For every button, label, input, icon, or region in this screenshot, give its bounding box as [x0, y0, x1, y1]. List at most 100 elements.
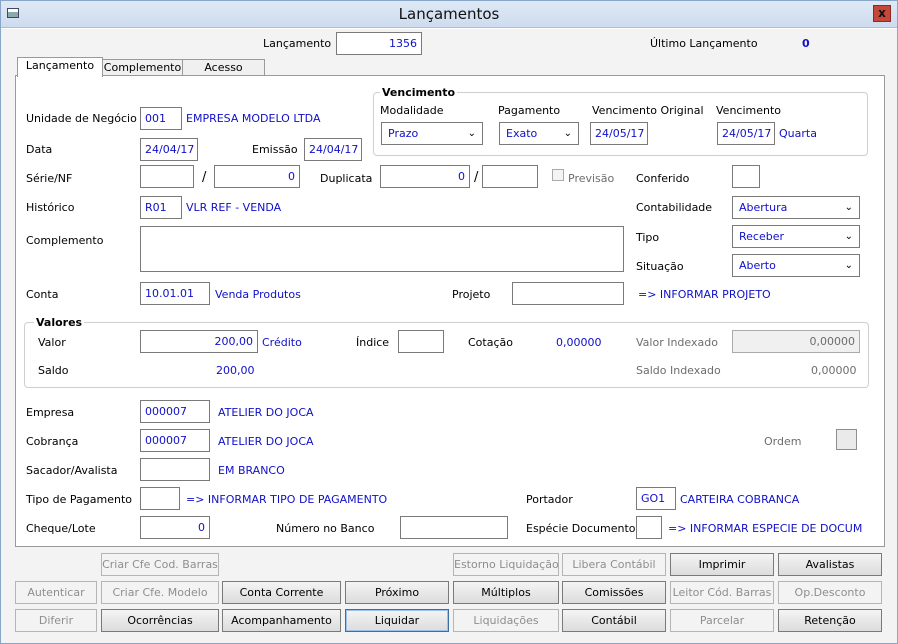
especie-documento-label: Espécie Documento	[526, 522, 636, 535]
cotacao-value: 0,00000	[556, 336, 602, 349]
ordem-field	[836, 429, 857, 450]
cobranca-name: ATELIER DO JOCA	[218, 435, 314, 448]
modalidade-value: Prazo	[388, 127, 419, 140]
projeto-hint: => INFORMAR PROJETO	[638, 288, 771, 301]
tipo-pagamento-label: Tipo de Pagamento	[26, 493, 132, 506]
valor-field[interactable]: 200,00	[140, 330, 258, 353]
vencimento-field[interactable]: 24/05/17	[717, 122, 775, 145]
situacao-label: Situação	[636, 260, 684, 273]
criar-cfe-modelo-button[interactable]: Criar Cfe. Modelo	[101, 581, 219, 604]
vencimento-weekday: Quarta	[779, 127, 817, 140]
estorno-liquidacao-button[interactable]: Estorno Liquidação	[453, 553, 559, 576]
indice-field[interactable]	[398, 330, 444, 353]
serie-field[interactable]	[140, 165, 194, 188]
modalidade-select[interactable]: Prazo ⌄	[381, 122, 483, 145]
indice-label: Índice	[356, 336, 390, 349]
chevron-down-icon: ⌄	[467, 128, 476, 139]
nf-number-field[interactable]: 0	[214, 165, 300, 188]
unidade-negocio-code-field[interactable]: 001	[140, 107, 182, 130]
tipo-pagamento-field[interactable]	[140, 487, 180, 510]
duplicata-label: Duplicata	[320, 172, 373, 185]
parcelar-button[interactable]: Parcelar	[670, 609, 774, 632]
conta-description: Venda Produtos	[215, 288, 301, 301]
ordem-label: Ordem	[764, 435, 802, 448]
sacador-avalista-label: Sacador/Avalista	[26, 464, 118, 477]
complemento-textarea[interactable]	[140, 226, 624, 272]
lancamento-number-field[interactable]: 1356	[336, 32, 422, 55]
tipo-pagamento-hint: => INFORMAR TIPO DE PAGAMENTO	[186, 493, 388, 506]
complemento-label: Complemento	[26, 234, 104, 247]
duplicata-extra-field[interactable]	[482, 165, 538, 188]
cheque-lote-field[interactable]: 0	[140, 516, 210, 539]
empresa-name: ATELIER DO JOCA	[218, 406, 314, 419]
title-bar: Lançamentos x	[1, 1, 897, 28]
conta-label: Conta	[26, 288, 59, 301]
cheque-lote-label: Cheque/Lote	[26, 522, 96, 535]
numero-banco-field[interactable]	[400, 516, 508, 539]
portador-code-field[interactable]: GO1	[636, 487, 676, 510]
leitor-cod-barras-button[interactable]: Leitor Cód. Barras	[670, 581, 774, 604]
pagamento-select[interactable]: Exato ⌄	[499, 122, 579, 145]
saldo-indexado-value: 0,00000	[811, 364, 857, 377]
avalistas-button[interactable]: Avalistas	[778, 553, 882, 576]
lancamentos-window: Lançamentos x Lançamento 1356 Último Lan…	[0, 0, 898, 644]
vencimento-original-field[interactable]: 24/05/17	[590, 122, 648, 145]
projeto-field[interactable]	[512, 282, 624, 305]
liquidar-button[interactable]: Liquidar	[345, 609, 449, 632]
vencimento-original-label: Vencimento Original	[592, 104, 704, 117]
especie-documento-hint: => INFORMAR ESPECIE DE DOCUM	[668, 522, 863, 535]
cobranca-code-field[interactable]: 000007	[140, 429, 210, 452]
autenticar-button[interactable]: Autenticar	[15, 581, 97, 604]
modalidade-label: Modalidade	[380, 104, 444, 117]
previsao-checkbox[interactable]	[552, 169, 564, 181]
contabilidade-select[interactable]: Abertura ⌄	[732, 196, 860, 219]
ocorrencias-button[interactable]: Ocorrências	[101, 609, 219, 632]
valor-tipo: Crédito	[262, 336, 302, 349]
libera-contabil-button[interactable]: Libera Contábil	[562, 553, 666, 576]
conferido-label: Conferido	[636, 172, 690, 185]
historico-code-field[interactable]: R01	[140, 196, 182, 219]
conta-corrente-button[interactable]: Conta Corrente	[222, 581, 341, 604]
contabilidade-label: Contabilidade	[636, 201, 713, 214]
conta-code-field[interactable]: 10.01.01	[140, 282, 210, 305]
especie-documento-field[interactable]	[636, 516, 662, 539]
chevron-down-icon: ⌄	[844, 202, 853, 213]
imprimir-button[interactable]: Imprimir	[670, 553, 774, 576]
close-icon[interactable]: x	[873, 5, 891, 22]
proximo-button[interactable]: Próximo	[345, 581, 449, 604]
multiplos-button[interactable]: Múltiplos	[453, 581, 559, 604]
empresa-code-field[interactable]: 000007	[140, 400, 210, 423]
sacador-avalista-field[interactable]	[140, 458, 210, 481]
retencao-button[interactable]: Retenção	[778, 609, 882, 632]
acompanhamento-button[interactable]: Acompanhamento	[222, 609, 341, 632]
tipo-select[interactable]: Receber ⌄	[732, 225, 860, 248]
situacao-select[interactable]: Aberto ⌄	[732, 254, 860, 277]
liquidacoes-button[interactable]: Liquidações	[453, 609, 559, 632]
window-title: Lançamentos	[398, 5, 500, 23]
conferido-field[interactable]	[732, 165, 760, 188]
emissao-field[interactable]: 24/04/17	[304, 138, 362, 161]
unidade-negocio-name: EMPRESA MODELO LTDA	[186, 112, 321, 125]
op-desconto-button[interactable]: Op.Desconto	[778, 581, 882, 604]
tipo-value: Receber	[739, 230, 785, 243]
tipo-label: Tipo	[636, 231, 660, 244]
chevron-down-icon: ⌄	[844, 260, 853, 271]
portador-label: Portador	[526, 493, 573, 506]
data-field[interactable]: 24/04/17	[140, 138, 198, 161]
criar-cfe-cod-barras-button[interactable]: Criar Cfe Cod. Barras	[101, 553, 219, 576]
tab-panel-lancamento: Vencimento Modalidade Prazo ⌄ Pagamento …	[15, 75, 885, 547]
ultimo-lancamento-value: 0	[802, 37, 810, 50]
portador-name: CARTEIRA COBRANCA	[680, 493, 800, 506]
cobranca-label: Cobrança	[26, 435, 79, 448]
duplicata-field[interactable]: 0	[380, 165, 470, 188]
projeto-label: Projeto	[452, 288, 491, 301]
diferir-button[interactable]: Diferir	[15, 609, 97, 632]
contabil-button[interactable]: Contábil	[562, 609, 666, 632]
valores-group-title: Valores	[34, 316, 85, 329]
historico-description: VLR REF - VENDA	[186, 201, 282, 214]
saldo-indexado-label: Saldo Indexado	[636, 364, 721, 377]
comissoes-button[interactable]: Comissões	[562, 581, 666, 604]
serie-nf-label: Série/NF	[26, 172, 73, 185]
vencimento-label: Vencimento	[716, 104, 782, 117]
tab-lancamento[interactable]: Lançamento	[17, 57, 103, 77]
